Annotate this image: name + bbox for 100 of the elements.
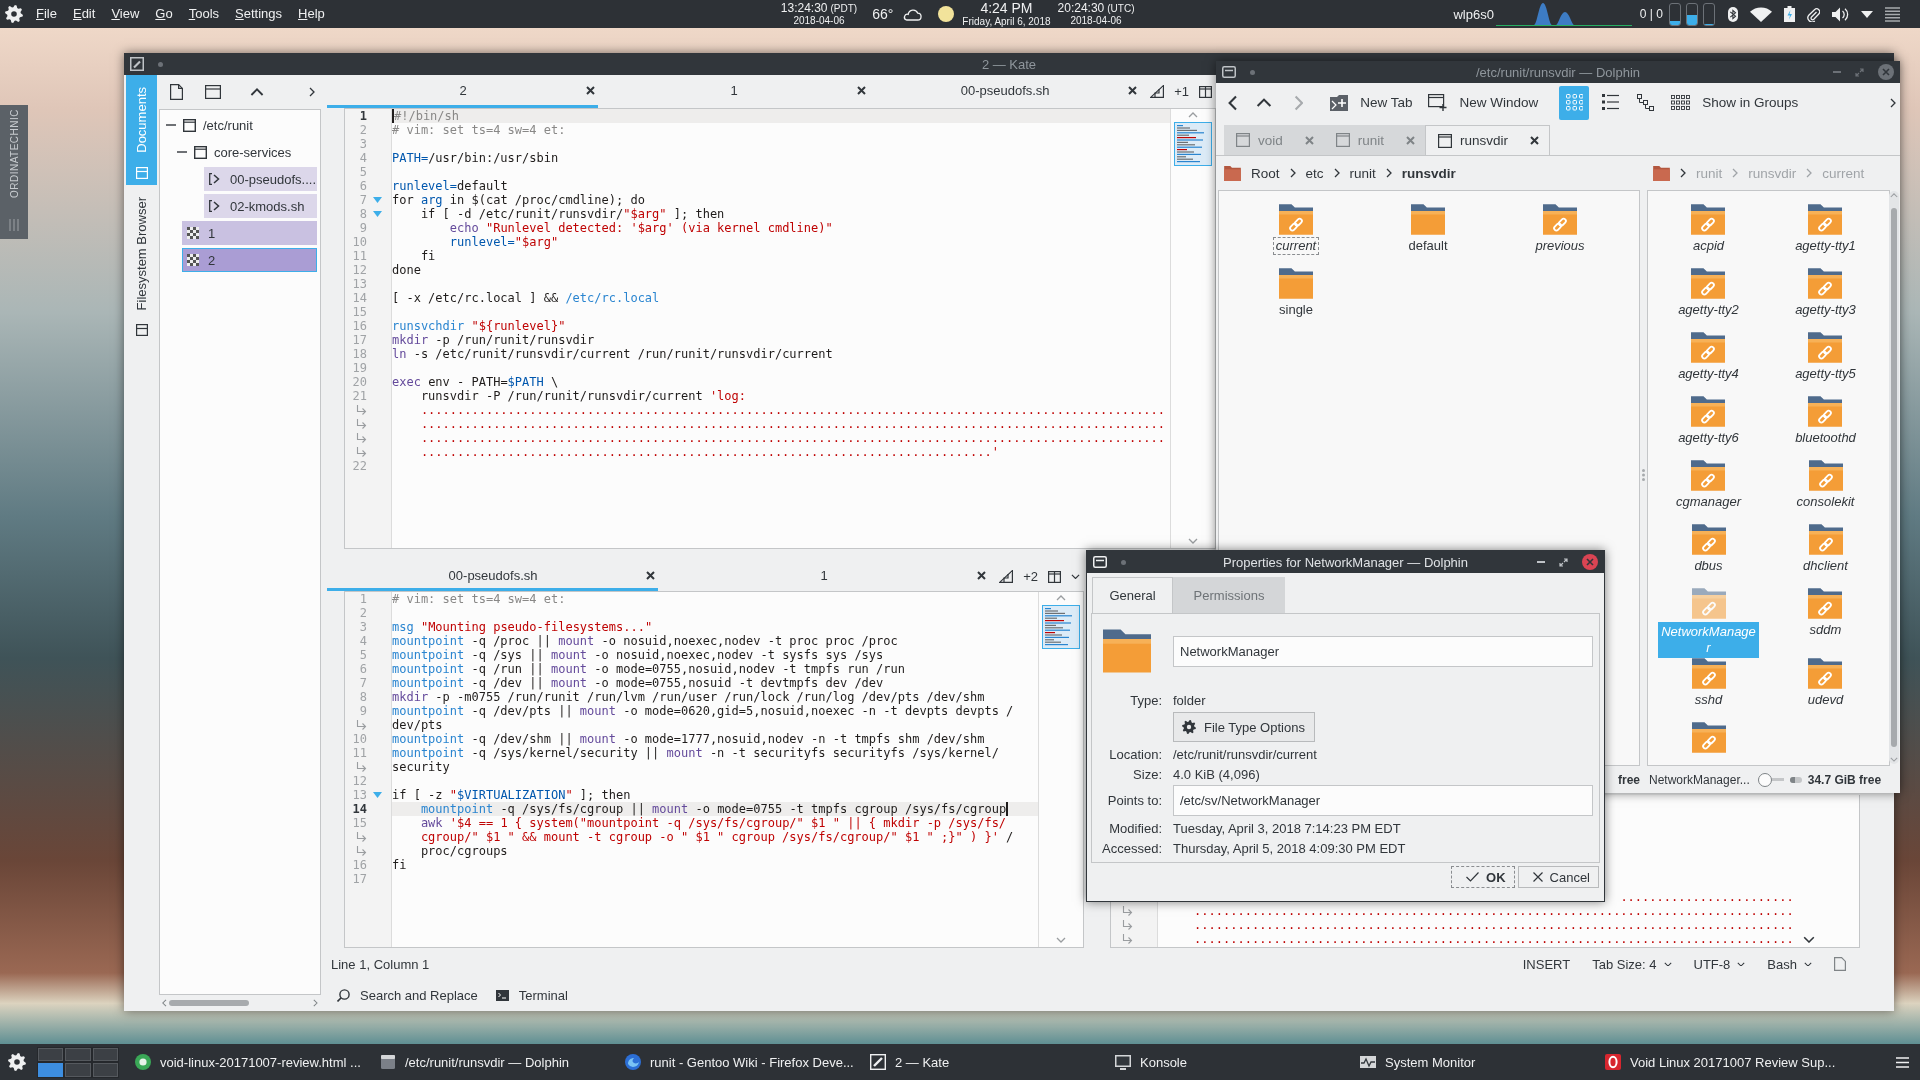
name-field[interactable]: NetworkManager	[1173, 635, 1593, 667]
breadcrumb-link[interactable]: etc	[1305, 165, 1324, 181]
cancel-button[interactable]: Cancel	[1517, 866, 1599, 888]
task-button[interactable]: System Monitor	[1354, 1044, 1599, 1080]
folder-item[interactable]: sddm	[1807, 588, 1844, 638]
desktop-cell[interactable]	[92, 1047, 118, 1061]
menu-item[interactable]: Go	[155, 6, 173, 22]
folder-item[interactable]: current	[1273, 204, 1319, 254]
chevron-up-icon[interactable]	[1255, 97, 1272, 108]
document-item[interactable]: 02-kmods.sh	[204, 194, 317, 218]
chevron-right-icon[interactable]	[1333, 168, 1340, 178]
task-button[interactable]: Void Linux 20171007 Review Sup...	[1599, 1044, 1844, 1080]
folder-item[interactable]: udevd	[1805, 658, 1846, 708]
folder-icon[interactable]	[1224, 165, 1241, 181]
speaker-icon[interactable]	[1832, 6, 1849, 22]
file-view[interactable]: acpid agetty-tty1 agetty-tty2 agetty-tty3 agetty-tty4 agetty-tty5 agetty-tty6 bluetoothd cgmanager consolekit dbus dhclient NetworkManager sddm sshd udevd	[1647, 190, 1890, 766]
menu-item[interactable]: Help	[298, 6, 325, 22]
close-icon[interactable]	[1530, 136, 1540, 145]
window-icon[interactable]	[205, 85, 221, 99]
task-button[interactable]: Konsole	[1109, 1044, 1354, 1080]
folder-item[interactable]	[1691, 722, 1726, 756]
chevron-right-icon[interactable]	[1890, 97, 1896, 108]
document-item[interactable]: 1	[182, 221, 317, 245]
paperclip-icon[interactable]	[1807, 6, 1820, 22]
folder-item[interactable]: core-services	[174, 140, 317, 164]
gear-icon[interactable]	[5, 5, 23, 23]
grip-icon[interactable]	[1642, 468, 1645, 481]
folder-icon[interactable]	[1653, 165, 1670, 181]
folder-item[interactable]: agetty-tty4	[1676, 332, 1741, 382]
folder-item[interactable]: agetty-tty5	[1793, 332, 1858, 382]
breadcrumb-link[interactable]: Root	[1251, 165, 1280, 181]
new-tab-button[interactable]: New Tab	[1325, 87, 1418, 118]
show-groups-button[interactable]: Show in Groups	[1666, 87, 1804, 118]
new-window-button[interactable]: New Window	[1423, 87, 1544, 118]
close-icon[interactable]	[977, 570, 987, 580]
tool-button[interactable]: Search and Replace	[337, 988, 478, 1003]
chevron-right-icon[interactable]	[1680, 168, 1686, 178]
gear-icon[interactable]	[8, 1053, 26, 1071]
scrollbar[interactable]	[1889, 191, 1899, 764]
task-button[interactable]: 2 — Kate	[864, 1044, 1109, 1080]
chevron-right-icon[interactable]	[309, 87, 315, 97]
battery-icon[interactable]	[1784, 6, 1795, 22]
folder-item[interactable]: agetty-tty3	[1793, 268, 1858, 318]
task-button[interactable]: /etc/runit/runsvdir — Dolphin	[374, 1044, 619, 1080]
document-item[interactable]: 00-pseudofs....	[204, 167, 317, 191]
document-item[interactable]: 2	[182, 248, 317, 272]
close-icon[interactable]	[646, 570, 656, 580]
chevron-right-icon[interactable]	[1385, 168, 1392, 178]
desktop-cell[interactable]	[38, 1047, 64, 1061]
dropdown-button[interactable]: UTF-8	[1693, 956, 1746, 972]
scrollbar-thumb[interactable]	[168, 999, 249, 1006]
folder-item[interactable]: agetty-tty1	[1793, 204, 1858, 254]
chevron-down-icon[interactable]	[1802, 935, 1815, 943]
document-tab[interactable]: 00-pseudofs.sh	[869, 75, 1141, 108]
folder-item[interactable]: agetty-tty2	[1676, 268, 1741, 318]
split-view-icon[interactable]	[1199, 85, 1212, 98]
menu-icon[interactable]	[1885, 6, 1900, 22]
folder-item[interactable]: acpid	[1690, 204, 1727, 254]
chevron-right-icon[interactable]	[1289, 168, 1296, 178]
tab-count[interactable]: +1	[1174, 84, 1189, 99]
dot-icon[interactable]	[1250, 69, 1255, 75]
close-icon[interactable]	[1128, 85, 1138, 95]
folder-item[interactable]: /etc/runit	[163, 113, 317, 137]
ok-button[interactable]: OK	[1451, 866, 1515, 888]
desktop-cell[interactable]	[38, 1063, 64, 1077]
slider-thumb[interactable]	[1757, 772, 1772, 787]
close-icon[interactable]	[857, 85, 867, 95]
menu-item[interactable]: View	[111, 6, 140, 22]
folder-tab[interactable]: runsvdir	[1425, 125, 1551, 155]
folder-item[interactable]: bluetoothd	[1793, 396, 1858, 446]
path-field[interactable]: /etc/sv/NetworkManager	[1173, 785, 1593, 816]
close-icon[interactable]	[586, 85, 596, 95]
dialog-tab[interactable]: General	[1092, 577, 1173, 613]
folder-item[interactable]: agetty-tty6	[1676, 396, 1741, 446]
scrollbar-thumb[interactable]	[1891, 207, 1897, 748]
chevron-down-icon[interactable]	[1071, 573, 1080, 580]
side-tab[interactable]: Filesystem Browser	[126, 184, 157, 343]
bluetooth-icon[interactable]	[1728, 6, 1738, 22]
document-tab[interactable]: 1	[598, 75, 870, 108]
page-icon[interactable]	[170, 84, 183, 100]
folder-item[interactable]: single	[1277, 268, 1315, 318]
folder-item[interactable]: cgmanager	[1673, 460, 1743, 510]
breadcrumb-link[interactable]: runsvdir	[1401, 165, 1456, 181]
menu-item[interactable]: File	[36, 6, 57, 22]
desktop-cell[interactable]	[65, 1047, 91, 1061]
folder-item[interactable]: previous	[1533, 204, 1587, 254]
split-view-icon[interactable]	[1048, 570, 1061, 583]
task-button[interactable]: void-linux-20171007-review.html ...	[129, 1044, 374, 1080]
wifi-icon[interactable]	[1750, 6, 1772, 22]
folder-item[interactable]: dbus	[1691, 524, 1726, 574]
tab-count[interactable]: +2	[1023, 569, 1038, 584]
tool-button[interactable]: Terminal	[495, 988, 568, 1003]
folder-item[interactable]: consolekit	[1794, 460, 1857, 510]
chevron-left-icon[interactable]	[1228, 94, 1238, 111]
desktop-cell[interactable]	[92, 1063, 118, 1077]
window-menu-icon[interactable]	[1222, 66, 1236, 78]
page-slant-icon[interactable]	[1150, 85, 1165, 98]
folder-item[interactable]: sshd	[1691, 658, 1726, 708]
task-button[interactable]: runit - Gentoo Wiki - Firefox Deve...	[619, 1044, 864, 1080]
dropdown-button[interactable]: Tab Size: 4	[1592, 956, 1672, 972]
